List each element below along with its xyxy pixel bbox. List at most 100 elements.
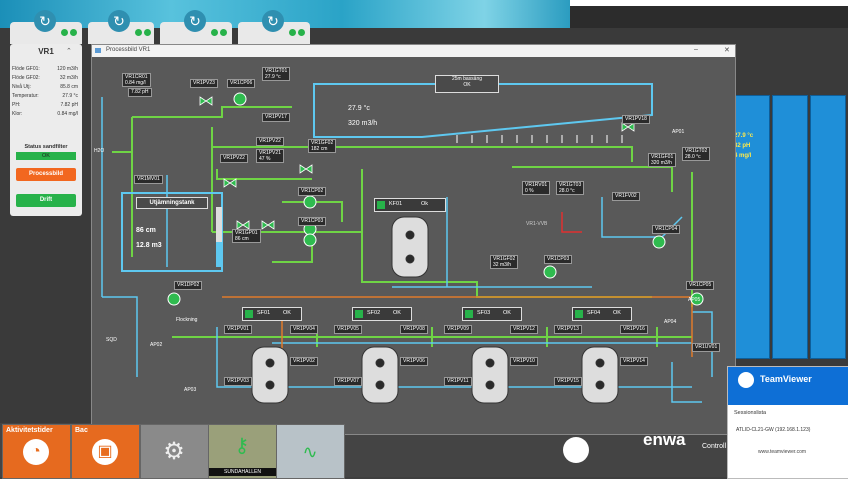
vr1-panel: VR1 ⌃ Flöde GF01: 120 m3/h Flöde GF02: 32 … [10, 44, 82, 216]
pv02-label[interactable]: VR1PV02 [290, 357, 318, 366]
teamviewer-link[interactable]: www.teamviewer.com [758, 449, 806, 455]
tab-vr4[interactable]: ↻ [238, 10, 310, 44]
pv06-label[interactable]: VR1PV06 [400, 357, 428, 366]
sf-status: OK [393, 310, 401, 316]
status-dot [135, 29, 142, 36]
vr1gf02-box[interactable]: VR1GF02 182 cm [308, 139, 337, 153]
pv08-label[interactable]: VR1PV08 [400, 325, 428, 334]
vr1gt03-box[interactable]: VR1GT03 28.0 °c [556, 181, 585, 195]
vr1cp03-label[interactable]: VR1CP03 [298, 217, 327, 226]
sf04-status-box[interactable]: SF04 OK [572, 307, 632, 321]
vr1cp03b-label[interactable]: VR1CP03 [544, 255, 573, 264]
vr1gf01-box[interactable]: VR1GF01 320 m3/h [648, 153, 677, 167]
sf-status: OK [503, 310, 511, 316]
teamviewer-toolbar[interactable] [728, 392, 848, 405]
pv07-label[interactable]: VR1PV07 [334, 377, 362, 386]
pv14-label[interactable]: VR1PV14 [620, 357, 648, 366]
sf02-status-box[interactable]: SF02 OK [352, 307, 412, 321]
status-dot [144, 29, 151, 36]
pv10-label[interactable]: VR1PV10 [510, 357, 538, 366]
row-label: Klor: [12, 111, 23, 117]
collapse-icon[interactable]: ⌃ [66, 47, 72, 55]
status-dot [211, 29, 218, 36]
chart-tile[interactable]: ∿ [276, 424, 345, 479]
vr1mv01-label[interactable]: VR1MV01 [134, 175, 163, 184]
vr1pv23-label[interactable]: VR1PV23 [190, 79, 218, 88]
tank-volume: 12.8 m3 [136, 242, 162, 249]
session-header[interactable]: Sessionslista [734, 410, 766, 416]
vr1pv22-label-2[interactable]: VR1PV22 [220, 154, 248, 163]
vr1cp05-label[interactable]: VR1CP05 [686, 281, 715, 290]
recycle-icon: ↻ [34, 10, 56, 32]
tile-label: Bac [75, 427, 88, 434]
ap02-label: AP02 [150, 342, 163, 348]
vr1gt01-box[interactable]: VR1GT01 27.9 °c [262, 67, 291, 81]
kf01-status-box[interactable]: KF01 Ok [374, 198, 446, 212]
bac-tile[interactable]: Bac ▣ [71, 424, 140, 479]
kf01-status: Ok [421, 201, 429, 207]
pv15-label[interactable]: VR1PV15 [554, 377, 582, 386]
vr1pv22-label[interactable]: VR1PV22 [256, 137, 284, 146]
status-dot [289, 29, 296, 36]
pool-status-box[interactable]: 25m bassäng OK [435, 75, 499, 93]
minimize-button[interactable]: – [694, 46, 698, 53]
vr1rv01-box[interactable]: VR1RV01 0 % [522, 181, 551, 195]
aktivitetstider-tile[interactable]: Aktivitetstider ◔ [2, 424, 71, 479]
vr1cp02-label[interactable]: VR1CP02 [298, 187, 327, 196]
label-value: 182 cm [311, 146, 328, 152]
top-right-bar [570, 0, 848, 28]
pv01-label[interactable]: VR1PV01 [224, 325, 252, 334]
vr1pv21-box[interactable]: VR1PV21 47 % [256, 149, 284, 163]
window-icon [95, 48, 101, 53]
vr1cp06-label[interactable]: VR1CP06 [227, 79, 256, 88]
status-badge: OK [16, 152, 76, 160]
vr1pv18-label[interactable]: VR1PV18 [622, 115, 650, 124]
vr1gt02-box[interactable]: VR1GT02 28.0 °c [682, 147, 711, 161]
vr1fv02-label[interactable]: VR1FV02 [612, 192, 640, 201]
sundahallen-tile[interactable]: ⚷ SUNDAHALLEN [208, 424, 277, 479]
pv13-label[interactable]: VR1PV13 [554, 325, 582, 334]
brand-logo: enwa [643, 430, 686, 449]
pv05-label[interactable]: VR1PV05 [334, 325, 362, 334]
tile-label: Aktivitetstider [6, 427, 53, 434]
ph-readout[interactable]: 7.82 pH [128, 88, 152, 97]
sf-name: SF03 [477, 310, 491, 316]
pv04-label[interactable]: VR1PV04 [290, 325, 318, 334]
pv12-label[interactable]: VR1PV12 [510, 325, 538, 334]
close-button[interactable]: ✕ [724, 46, 730, 54]
tab-vr3[interactable]: ↻ [160, 10, 232, 44]
right-status-panel: 27.9 °c 82 pH 4 mg/l [734, 95, 846, 359]
vr1uv01-label[interactable]: VR1UV01 [692, 343, 721, 352]
temp-value: 27.9 °c [734, 133, 754, 139]
tab-vr2[interactable]: ↻ [88, 10, 154, 44]
sf-status: OK [613, 310, 621, 316]
status-dot [61, 29, 68, 36]
settings-tile[interactable]: ⚙ [140, 424, 209, 479]
vvb-label: VR1-VVB [526, 221, 548, 227]
teamviewer-title: TeamViewer [760, 374, 812, 384]
vr1cr01-box[interactable]: VR1CR01 0.84 mg/l [122, 73, 151, 87]
row-value: 120 m3/h [57, 66, 78, 72]
ap01-label: AP01 [672, 129, 685, 135]
vr1gf02b-box[interactable]: VR1GF02 32 m3/h [490, 255, 519, 269]
kf01-vessel [391, 216, 429, 278]
vr1cp04-label[interactable]: VR1CP04 [652, 225, 681, 234]
sf03-status-box[interactable]: SF03 OK [462, 307, 522, 321]
vr1dp02-label[interactable]: VR1DP02 [174, 281, 203, 290]
drift-button[interactable]: Drift [16, 194, 76, 207]
vr1gp01-box[interactable]: VR1GP01 86 cm [232, 229, 261, 243]
window-titlebar[interactable]: Processbild VR1 – ✕ [92, 45, 735, 57]
teamviewer-header[interactable]: TeamViewer [728, 367, 848, 392]
pv03-label[interactable]: VR1PV03 [224, 377, 252, 386]
sf-name: SF01 [257, 310, 271, 316]
pv16-label[interactable]: VR1PV16 [620, 325, 648, 334]
tab-vr1[interactable]: ↻ [10, 10, 82, 44]
pv09-label[interactable]: VR1PV09 [444, 325, 472, 334]
processbild-button[interactable]: Processbild [16, 168, 76, 181]
session-item[interactable]: ATLID-CL21-GW (192.168.1.123) [736, 427, 810, 433]
pv11-label[interactable]: VR1PV11 [444, 377, 472, 386]
user-icon[interactable] [563, 437, 589, 463]
vr1pv17-label[interactable]: VR1PV17 [262, 113, 290, 122]
sf01-status-box[interactable]: SF01 OK [242, 307, 302, 321]
tile-label: SUNDAHALLEN [209, 468, 276, 476]
